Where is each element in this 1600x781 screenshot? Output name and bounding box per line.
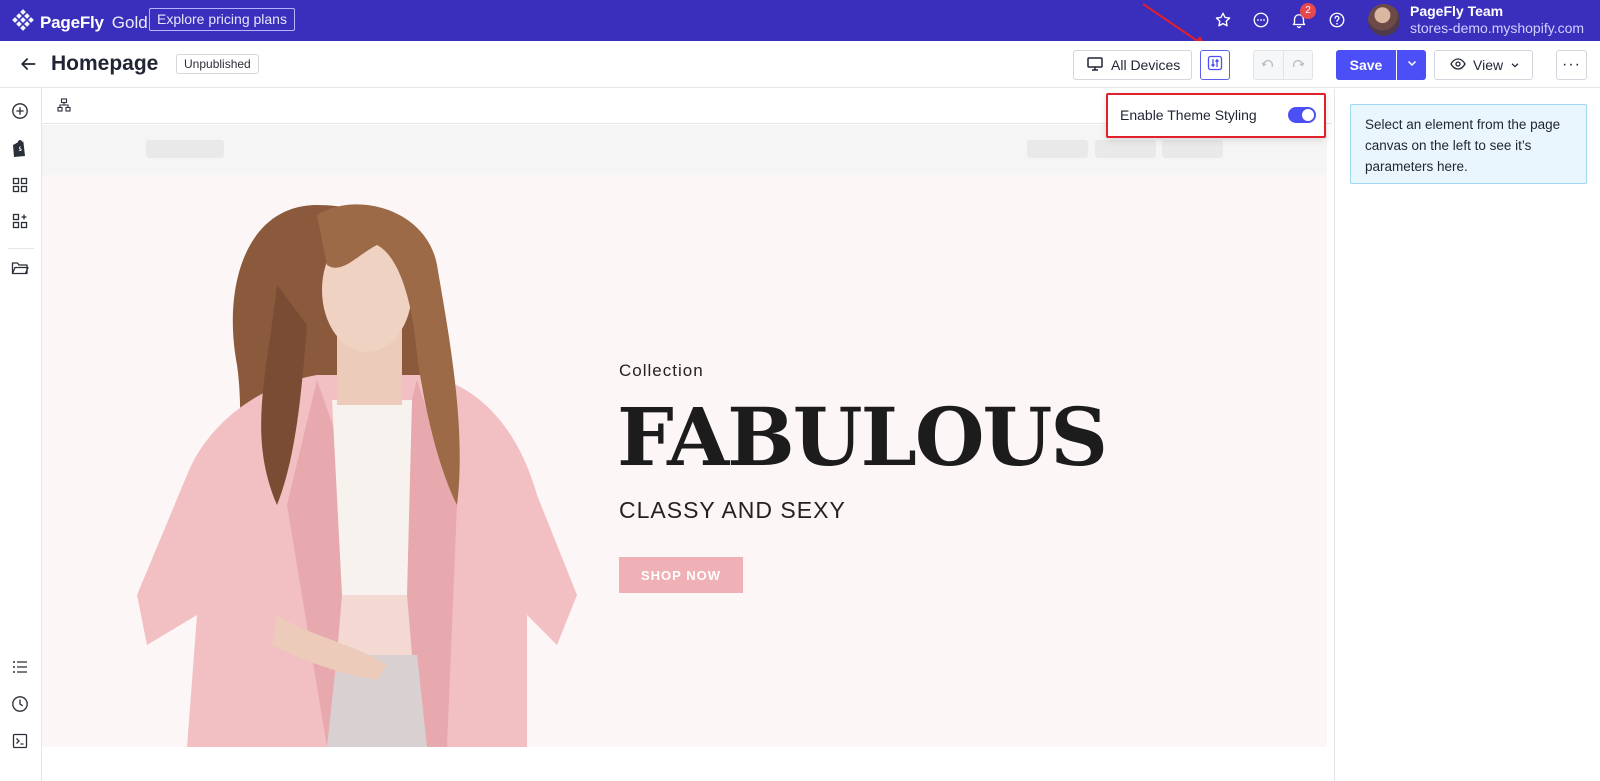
left-sidebar <box>0 88 42 781</box>
chevron-down-icon <box>1406 56 1418 74</box>
skeleton-logo <box>146 140 224 158</box>
view-label: View <box>1473 57 1504 73</box>
editor-header: Homepage Unpublished All Devices Save Vi… <box>0 41 1600 88</box>
history-controls <box>1253 50 1313 80</box>
explore-pricing-button[interactable]: Explore pricing plans <box>149 8 295 31</box>
user-account-menu[interactable]: PageFly Team stores-demo.myshopify.com <box>1410 3 1584 37</box>
chat-icon[interactable] <box>1251 10 1271 30</box>
back-arrow-icon[interactable] <box>18 54 38 74</box>
view-button[interactable]: View <box>1434 50 1533 80</box>
properties-empty-hint: Select an element from the page canvas o… <box>1350 104 1587 184</box>
all-devices-label: All Devices <box>1111 57 1181 73</box>
theme-styling-label: Enable Theme Styling <box>1120 107 1257 123</box>
terminal-icon[interactable] <box>10 731 30 751</box>
shop-now-button[interactable]: SHOP NOW <box>619 557 743 593</box>
status-badge: Unpublished <box>176 54 259 74</box>
brand-name: PageFly <box>40 12 104 32</box>
theme-styling-popover: Enable Theme Styling <box>1106 93 1326 138</box>
outline-list-icon[interactable] <box>10 657 30 677</box>
hero-subtitle[interactable]: CLASSY AND SEXY <box>619 497 846 524</box>
star-icon[interactable] <box>1213 10 1233 30</box>
page-title: Homepage <box>51 52 159 75</box>
more-options-button[interactable]: ··· <box>1556 50 1587 80</box>
skeleton-nav-item <box>1027 140 1088 158</box>
toggle-knob <box>1302 109 1314 121</box>
store-domain: stores-demo.myshopify.com <box>1410 20 1585 36</box>
chevron-down-icon <box>1510 57 1520 73</box>
hero-section[interactable]: Collection FABULOUS CLASSY AND SEXY SHOP… <box>42 175 1327 747</box>
theme-styling-toggle[interactable] <box>1288 107 1316 123</box>
all-devices-button[interactable]: All Devices <box>1073 50 1192 80</box>
folder-icon[interactable] <box>10 258 30 278</box>
sections-icon[interactable] <box>10 211 30 231</box>
rail-divider <box>8 248 34 249</box>
history-icon[interactable] <box>10 694 30 714</box>
templates-icon[interactable] <box>10 175 30 195</box>
user-name: PageFly Team <box>1410 3 1504 19</box>
hero-eyebrow[interactable]: Collection <box>619 361 704 381</box>
redo-icon[interactable] <box>1282 51 1312 79</box>
bell-icon[interactable]: 2 <box>1289 3 1316 30</box>
theme-settings-button[interactable] <box>1200 50 1230 80</box>
brand-tier: Gold <box>111 12 148 32</box>
add-element-icon[interactable] <box>10 101 30 121</box>
brand-logo[interactable]: PageFly Gold <box>12 9 148 36</box>
pagefly-logo-icon <box>12 9 34 36</box>
save-options-button[interactable] <box>1397 50 1426 80</box>
save-button[interactable]: Save <box>1336 50 1396 80</box>
desktop-icon <box>1087 56 1103 74</box>
properties-panel: Select an element from the page canvas o… <box>1334 89 1600 781</box>
theme-settings-icon <box>1207 55 1223 76</box>
shopify-icon[interactable] <box>10 138 30 158</box>
layer-tree-icon[interactable] <box>57 98 73 114</box>
undo-icon[interactable] <box>1254 51 1283 79</box>
hero-title[interactable]: FABULOUS <box>617 387 1108 487</box>
hero-model-image[interactable] <box>127 175 587 747</box>
skeleton-nav-item <box>1095 140 1156 158</box>
avatar[interactable] <box>1368 4 1400 36</box>
eye-icon <box>1450 57 1466 73</box>
skeleton-nav-item <box>1162 140 1223 158</box>
top-bar: PageFly Gold Explore pricing plans 2 Pag… <box>0 0 1600 41</box>
help-icon[interactable] <box>1327 10 1347 30</box>
page-canvas[interactable]: Collection FABULOUS CLASSY AND SEXY SHOP… <box>42 125 1327 781</box>
notification-badge: 2 <box>1300 3 1316 19</box>
